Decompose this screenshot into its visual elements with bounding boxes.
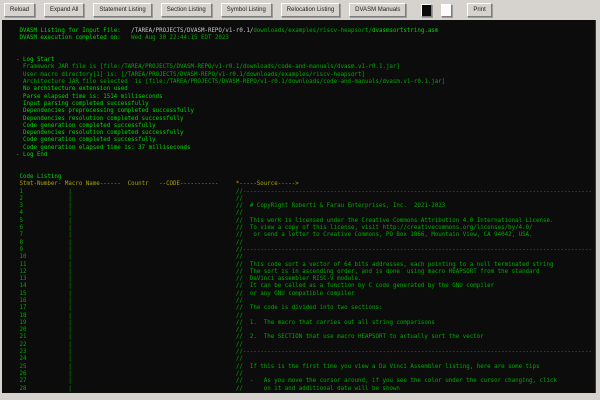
symbol-listing-button[interactable]: Symbol Listing — [221, 3, 272, 17]
listing-row: 5 | // This work is licensed under the C… — [16, 218, 595, 225]
listing-output-panel[interactable]: DVASM Listing for Input File: /TAREA/PRO… — [2, 20, 596, 393]
listing-text: DVASM Listing for Input File: /TAREA/PRO… — [2, 20, 595, 393]
input-file-line: DVASM Listing for Input File: /TAREA/PRO… — [16, 28, 595, 35]
listing-row: 14 | // It can be called as a function b… — [16, 283, 595, 290]
listing-row: 10 | // — [16, 254, 595, 261]
listing-column-header: Stmt-Number- Macro Name------ Countr --C… — [16, 181, 595, 188]
listing-row: 20 | // — [16, 327, 595, 334]
log-entry-line: Code generation completed successfully — [16, 137, 595, 144]
log-entry-line: Architecture JAR file selected is [file:… — [16, 79, 595, 86]
listing-row: 1 | //----------------------------------… — [16, 189, 595, 196]
expand-all-button[interactable]: Expand All — [44, 3, 84, 17]
listing-row: 28 | // on it and additional data will b… — [16, 386, 595, 393]
listing-row: 21 | // 2. The SECTION that use macro HE… — [16, 334, 595, 341]
listing-row: 8 | // — [16, 240, 595, 247]
log-entry-line: Framework JAR file is [file:/TAREA/PROJE… — [16, 64, 595, 71]
log-entry-line: Dependencies resolution completed succes… — [16, 116, 595, 123]
listing-row: 25 | // If this is the first time you vi… — [16, 364, 595, 371]
log-entry-line: No architecture extension used — [16, 86, 595, 93]
log-start-line: - Log Start — [16, 57, 595, 64]
listing-row: 2 | // — [16, 196, 595, 203]
section-listing-button[interactable]: Section Listing — [161, 3, 212, 17]
listing-row: 3 | // # CopyRight Roberti & Farau Enter… — [16, 203, 595, 210]
listing-row: 23 | //---------------------------------… — [16, 349, 595, 356]
terminal-line — [16, 43, 595, 50]
log-end-line: - Log End — [16, 152, 595, 159]
terminal-line — [16, 159, 595, 166]
listing-row: 12 | // The sort is in ascending order, … — [16, 269, 595, 276]
log-entry-line: Dependencies resolution completed succes… — [16, 130, 595, 137]
code-listing-title: Code Listing — [16, 174, 595, 181]
listing-row: 18 | // — [16, 313, 595, 320]
listing-row: 4 | // — [16, 210, 595, 217]
log-entry-line: Input parsing completed successfully — [16, 101, 595, 108]
statement-listing-button[interactable]: Statement Listing — [93, 3, 151, 17]
listing-row: 13 | // DaVinci assembler RISC-V module. — [16, 276, 595, 283]
log-entry-line: Code generation completed successfully — [16, 123, 595, 130]
execution-date-line: DVASM execution completed on: Wed Aug 30… — [16, 35, 595, 42]
listing-row: 19 | // 1. The macro that carries out al… — [16, 320, 595, 327]
listing-row: 15 | // or any GNU compatible compiler — [16, 291, 595, 298]
listing-row: 17 | // The code is divided into two sec… — [16, 305, 595, 312]
black-color-swatch-button[interactable] — [421, 4, 432, 17]
listing-row: 27 | // - As you move the cursor around,… — [16, 378, 595, 385]
listing-row: 7 | // or send a letter to Creative Comm… — [16, 232, 595, 239]
listing-row: 24 | // — [16, 356, 595, 363]
listing-row: 26 | // — [16, 371, 595, 378]
terminal-line — [16, 167, 595, 174]
log-entry-line: User macro directory[1] is: [/TAREA/PROJ… — [16, 72, 595, 79]
listing-row: 9 | //----------------------------------… — [16, 247, 595, 254]
terminal-line — [16, 50, 595, 57]
listing-row: 6 | // To view a copy of this license, v… — [16, 225, 595, 232]
log-entry-line: Parse elapsed time is: 1514 milliseconds — [16, 94, 595, 101]
log-entry-line: Code generation elapsed time is: 37 mill… — [16, 145, 595, 152]
listing-row: 11 | // This code sort a vector of 64 bi… — [16, 262, 595, 269]
listing-row: 16 | // — [16, 298, 595, 305]
print-button[interactable]: Print — [467, 3, 491, 17]
reload-button[interactable]: Reload — [4, 3, 35, 17]
toolbar: Reload Expand All Statement Listing Sect… — [0, 0, 600, 20]
relocation-listing-button[interactable]: Relocation Listing — [281, 3, 340, 17]
dvasm-manuals-button[interactable]: DVASM Manuals — [349, 3, 406, 17]
white-color-swatch-button[interactable] — [441, 4, 452, 17]
listing-row: 22 | // — [16, 342, 595, 349]
log-entry-line: Dependencies preprocessing completed suc… — [16, 108, 595, 115]
